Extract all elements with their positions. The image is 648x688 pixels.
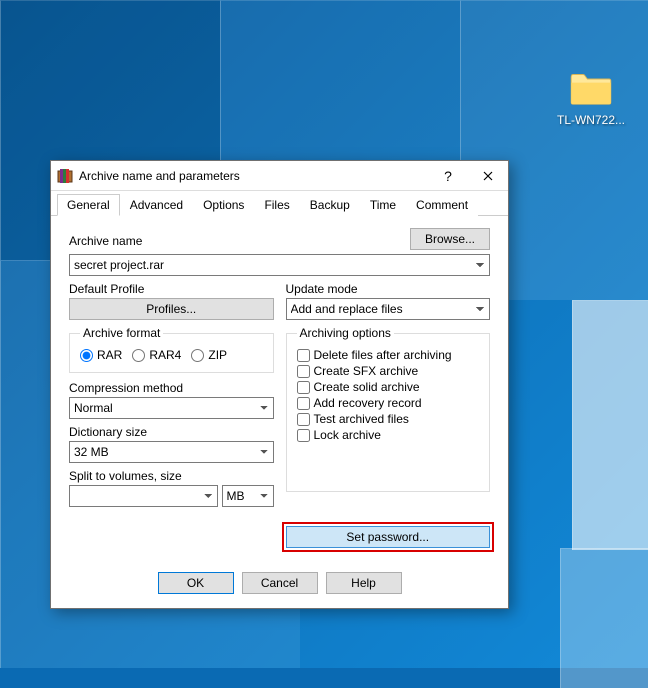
close-button[interactable] bbox=[468, 161, 508, 191]
titlebar[interactable]: Archive name and parameters ? bbox=[51, 161, 508, 191]
archive-name-label: Archive name bbox=[69, 234, 400, 248]
folder-icon bbox=[569, 70, 613, 106]
split-label: Split to volumes, size bbox=[69, 469, 274, 483]
opt-test-archived[interactable]: Test archived files bbox=[297, 412, 480, 426]
archive-format-legend: Archive format bbox=[80, 326, 163, 340]
archive-format-group: Archive format RAR RAR4 ZIP bbox=[69, 326, 274, 373]
update-mode-label: Update mode bbox=[286, 282, 491, 296]
tab-time[interactable]: Time bbox=[360, 194, 406, 216]
desktop-folder-label: TL-WN722... bbox=[552, 113, 630, 127]
format-zip[interactable]: ZIP bbox=[191, 348, 227, 362]
tab-backup[interactable]: Backup bbox=[300, 194, 360, 216]
default-profile-label: Default Profile bbox=[69, 282, 274, 296]
opt-lock-archive[interactable]: Lock archive bbox=[297, 428, 480, 442]
update-mode-select[interactable]: Add and replace files bbox=[286, 298, 491, 320]
opt-recovery-record[interactable]: Add recovery record bbox=[297, 396, 480, 410]
dialog-footer: OK Cancel Help bbox=[51, 562, 508, 608]
format-rar[interactable]: RAR bbox=[80, 348, 122, 362]
help-button-footer[interactable]: Help bbox=[326, 572, 402, 594]
ok-button[interactable]: OK bbox=[158, 572, 234, 594]
tab-files[interactable]: Files bbox=[254, 194, 299, 216]
compression-select[interactable]: Normal bbox=[69, 397, 274, 419]
browse-button[interactable]: Browse... bbox=[410, 228, 490, 250]
help-button[interactable]: ? bbox=[428, 161, 468, 191]
dictionary-select[interactable]: 32 MB bbox=[69, 441, 274, 463]
set-password-button[interactable]: Set password... bbox=[286, 526, 491, 548]
opt-create-solid[interactable]: Create solid archive bbox=[297, 380, 480, 394]
dialog-title: Archive name and parameters bbox=[79, 169, 428, 183]
opt-create-sfx[interactable]: Create SFX archive bbox=[297, 364, 480, 378]
tab-general[interactable]: General bbox=[57, 194, 120, 216]
archiving-options-legend: Archiving options bbox=[297, 326, 394, 340]
archive-name-input[interactable]: secret project.rar bbox=[69, 254, 490, 276]
dictionary-label: Dictionary size bbox=[69, 425, 274, 439]
opt-delete-files[interactable]: Delete files after archiving bbox=[297, 348, 480, 362]
tab-bar: General Advanced Options Files Backup Ti… bbox=[51, 191, 508, 216]
tab-body-general: Archive name Browse... secret project.ra… bbox=[51, 216, 508, 562]
split-unit-select[interactable]: MB bbox=[222, 485, 274, 507]
compression-label: Compression method bbox=[69, 381, 274, 395]
tab-options[interactable]: Options bbox=[193, 194, 254, 216]
cancel-button[interactable]: Cancel bbox=[242, 572, 318, 594]
winrar-icon bbox=[57, 168, 73, 184]
tab-comment[interactable]: Comment bbox=[406, 194, 478, 216]
archive-dialog: Archive name and parameters ? General Ad… bbox=[50, 160, 509, 609]
desktop-folder[interactable]: TL-WN722... bbox=[552, 70, 630, 127]
close-icon bbox=[483, 171, 493, 181]
format-rar4[interactable]: RAR4 bbox=[132, 348, 181, 362]
tab-advanced[interactable]: Advanced bbox=[120, 194, 193, 216]
split-size-input[interactable] bbox=[69, 485, 218, 507]
profiles-button[interactable]: Profiles... bbox=[69, 298, 274, 320]
archiving-options-group: Archiving options Delete files after arc… bbox=[286, 326, 491, 492]
